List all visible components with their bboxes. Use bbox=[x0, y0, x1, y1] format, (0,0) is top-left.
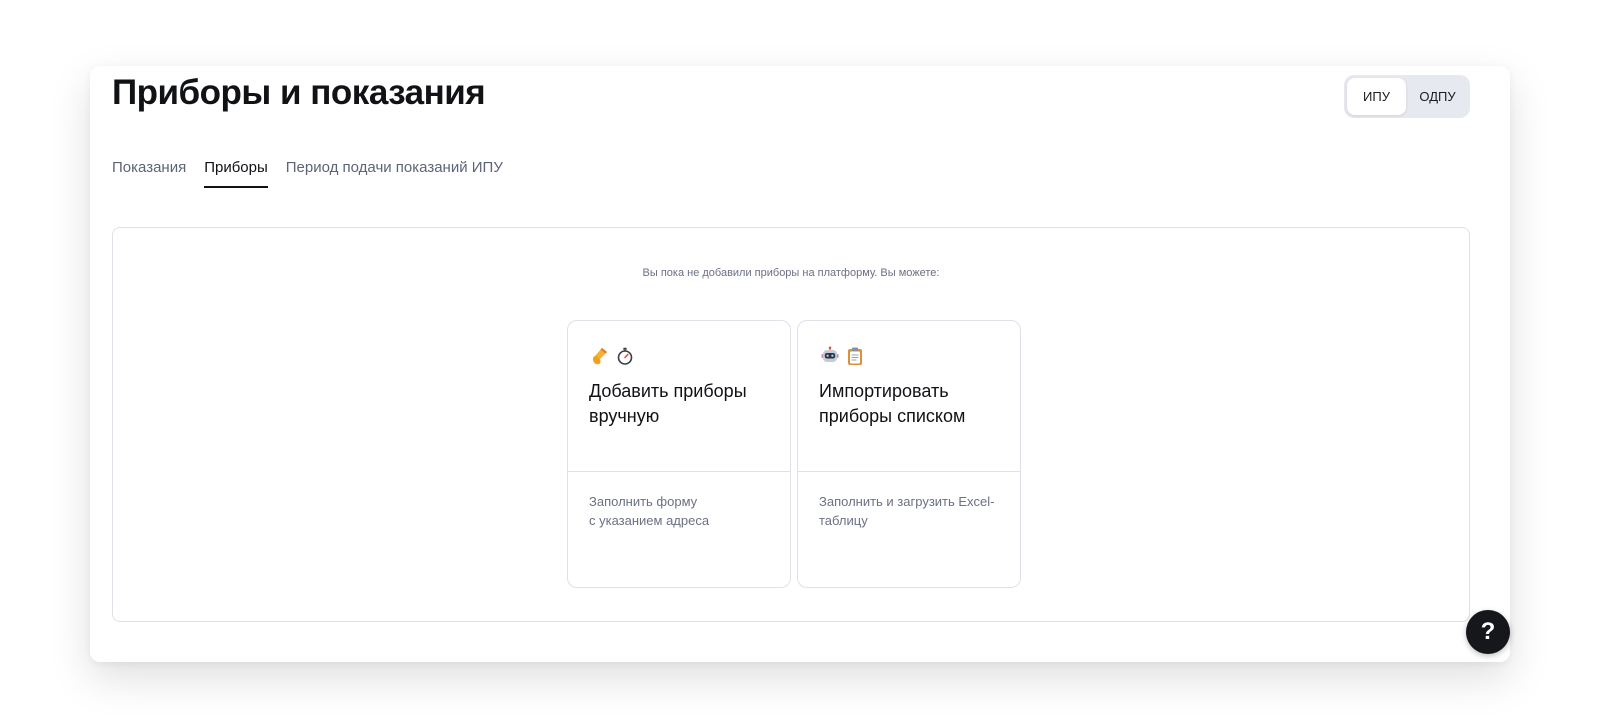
empty-state-message: Вы пока не добавили приборы на платформу… bbox=[642, 267, 940, 279]
card-description: Заполнить и загрузить Excel-таблицу bbox=[819, 494, 995, 528]
robot-icon bbox=[821, 346, 839, 362]
toggle-ipu-button[interactable]: ИПУ bbox=[1347, 78, 1406, 115]
page-title: Приборы и показания bbox=[112, 73, 486, 112]
card-icons bbox=[590, 346, 635, 366]
card-header: Импортировать приборы списком bbox=[798, 321, 1020, 472]
meter-type-toggle: ИПУ ОДПУ bbox=[1344, 75, 1470, 118]
help-button[interactable]: ? bbox=[1466, 610, 1510, 654]
import-list-card[interactable]: Импортировать приборы списком Заполнить … bbox=[797, 320, 1021, 588]
writing-hand-icon bbox=[593, 348, 607, 365]
card-title: Импортировать приборы списком bbox=[819, 381, 966, 426]
card-description: Заполнить форму с указанием адреса bbox=[589, 494, 710, 528]
devices-panel: Приборы и показания ИПУ ОДПУ Показания П… bbox=[90, 66, 1510, 662]
tab-bar: Показания Приборы Период подачи показани… bbox=[112, 158, 503, 188]
tab-submission-period[interactable]: Период подачи показаний ИПУ bbox=[286, 158, 503, 188]
add-manually-card[interactable]: Добавить приборы вручную Заполнить форму… bbox=[567, 320, 791, 588]
card-icons bbox=[820, 346, 865, 366]
stopwatch-icon bbox=[617, 347, 633, 365]
card-header: Добавить приборы вручную bbox=[568, 321, 790, 472]
card-title: Добавить приборы вручную bbox=[589, 381, 747, 426]
clipboard-icon bbox=[848, 347, 862, 365]
toggle-odpu-button[interactable]: ОДПУ bbox=[1408, 78, 1467, 115]
tab-devices[interactable]: Приборы bbox=[204, 158, 268, 188]
tab-readings[interactable]: Показания bbox=[112, 158, 186, 188]
empty-state-container: Вы пока не добавили приборы на платформу… bbox=[112, 227, 1470, 622]
